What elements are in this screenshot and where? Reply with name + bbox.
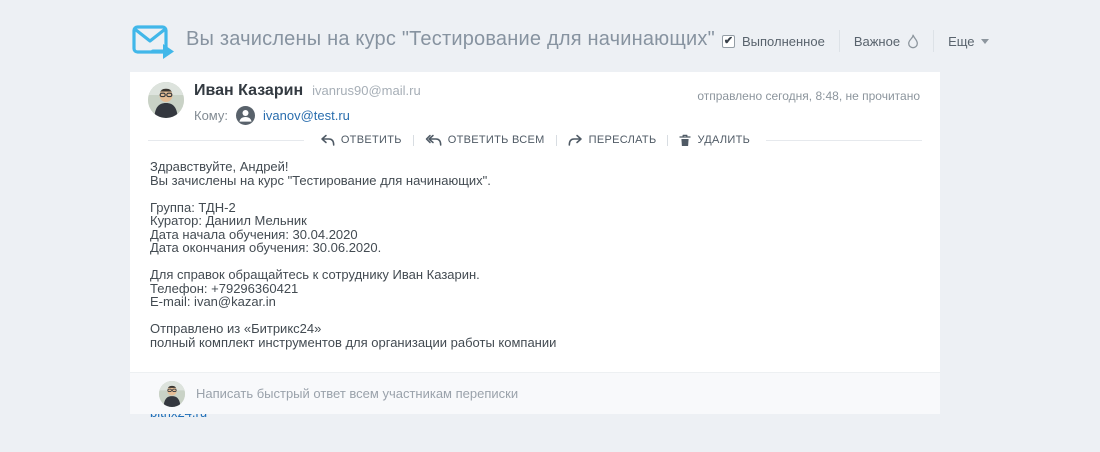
mail-arrow-icon (132, 24, 176, 60)
quick-reply-bar[interactable]: Написать быстрый ответ всем участникам п… (130, 372, 940, 414)
reply-all-icon (425, 134, 442, 147)
person-icon (236, 106, 255, 125)
completed-checkbox[interactable]: ✔ (722, 35, 735, 48)
message-body: Здравствуйте, Андрей! Вы зачислены на ку… (150, 160, 910, 349)
recipient-email-link[interactable]: ivanov@test.ru (263, 108, 350, 123)
message-actions: ОТВЕТИТЬ ОТВЕТИТЬ ВСЕМ ПЕРЕСЛАТЬ УДАЛИТЬ (148, 130, 922, 150)
chevron-down-icon (981, 39, 989, 44)
message-status: отправлено сегодня, 8:48, не прочитано (697, 89, 920, 103)
header-controls: ✔ Выполненное Важное Еще (722, 30, 989, 52)
completed-label: Выполненное (742, 34, 825, 49)
important-label: Важное (854, 34, 900, 49)
important-toggle[interactable]: Важное (854, 34, 919, 49)
reply-icon (320, 134, 335, 147)
sender-email: ivanrus90@mail.ru (312, 83, 421, 98)
reply-all-button[interactable]: ОТВЕТИТЬ ВСЕМ (425, 134, 545, 147)
divider (556, 135, 557, 146)
reply-button[interactable]: ОТВЕТИТЬ (320, 134, 402, 147)
quick-reply-placeholder: Написать быстрый ответ всем участникам п… (196, 386, 518, 401)
flame-icon (907, 34, 919, 49)
divider (933, 30, 934, 52)
recipient-line: Кому: ivanov@test.ru (194, 106, 350, 125)
to-label: Кому: (194, 108, 228, 123)
sender-line: Иван Казарин ivanrus90@mail.ru (194, 82, 421, 100)
email-card: Иван Казарин ivanrus90@mail.ru Кому: iva… (130, 72, 940, 414)
forward-button[interactable]: ПЕРЕСЛАТЬ (568, 134, 657, 147)
more-label: Еще (948, 34, 974, 49)
completed-toggle[interactable]: ✔ Выполненное (722, 34, 825, 49)
reply-avatar (159, 381, 185, 407)
delete-button[interactable]: УДАЛИТЬ (679, 134, 750, 147)
forward-icon (568, 134, 583, 147)
divider (667, 135, 668, 146)
page-title: Вы зачислены на курс "Тестирование для н… (186, 28, 715, 51)
divider (839, 30, 840, 52)
divider (413, 135, 414, 146)
more-menu-button[interactable]: Еще (948, 34, 988, 49)
sender-avatar (148, 82, 184, 118)
sender-name: Иван Казарин (194, 82, 303, 100)
trash-icon (679, 134, 691, 147)
